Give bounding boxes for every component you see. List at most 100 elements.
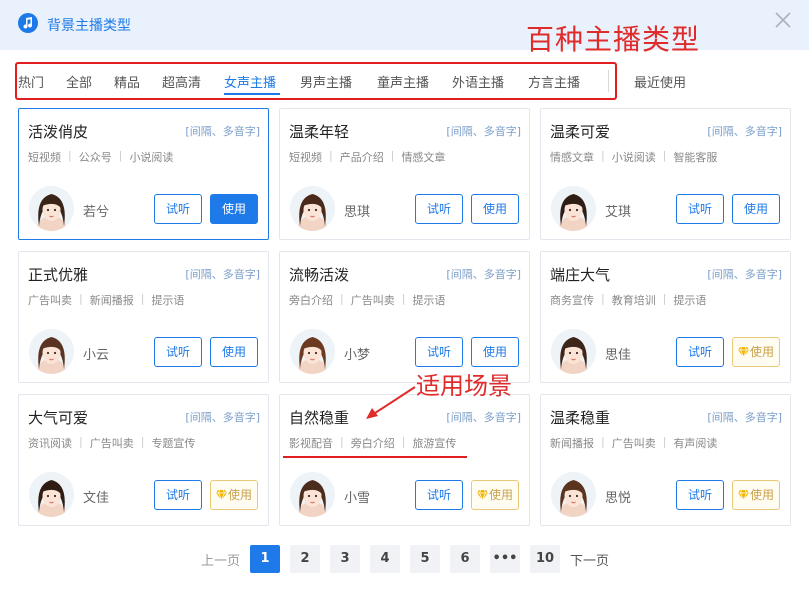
scene-tag: 广告叫卖 bbox=[611, 437, 656, 450]
scene-tag: 智能客服 bbox=[673, 151, 718, 164]
annotation-scene-note: 适用场景 bbox=[416, 372, 512, 400]
next-page-button[interactable]: 下一页 bbox=[570, 550, 609, 569]
voice-card[interactable]: 大气可爱 [间隔、多音字] 资讯阅读 | 广告叫卖 | 专题宣传 文佳 试听 使用 bbox=[18, 394, 269, 526]
voice-card[interactable]: 端庄大气 [间隔、多音字] 商务宣传 | 教育培训 | 提示语 思佳 试听 使用 bbox=[540, 251, 791, 383]
use-button[interactable]: 使用 bbox=[732, 480, 780, 510]
voice-scene-tags: 新闻播报 | 广告叫卖 | 有声阅读 bbox=[550, 435, 717, 451]
tab-0[interactable]: 热门 bbox=[18, 72, 44, 91]
tab-7[interactable]: 外语主播 bbox=[452, 72, 504, 91]
scene-tag: 旁白介绍 bbox=[289, 294, 333, 307]
listen-button[interactable]: 试听 bbox=[154, 337, 202, 367]
scene-tag: 新闻播报 bbox=[89, 294, 134, 307]
use-button-label: 使用 bbox=[488, 488, 513, 502]
use-button[interactable]: 使用 bbox=[732, 337, 780, 367]
voice-card[interactable]: 温柔可爱 [间隔、多音字] 情感文章 | 小说阅读 | 智能客服 艾琪 试听 使用 bbox=[540, 108, 791, 240]
tab-4[interactable]: 女声主播 bbox=[224, 72, 276, 91]
voice-card[interactable]: 温柔稳重 [间隔、多音字] 新闻播报 | 广告叫卖 | 有声阅读 思悦 试听 使用 bbox=[540, 394, 791, 526]
voice-scene-tags: 情感文章 | 小说阅读 | 智能客服 bbox=[550, 149, 717, 165]
scene-tag: 旁白介绍 bbox=[350, 437, 395, 450]
use-button[interactable]: 使用 bbox=[210, 194, 258, 224]
listen-button[interactable]: 试听 bbox=[154, 480, 202, 510]
listen-button[interactable]: 试听 bbox=[415, 480, 463, 510]
tab-1[interactable]: 全部 bbox=[66, 72, 92, 91]
tab-9[interactable]: 最近使用 bbox=[634, 72, 686, 91]
voice-card[interactable]: 温柔年轻 [间隔、多音字] 短视频 | 产品介绍 | 情感文章 思琪 试听 使用 bbox=[279, 108, 530, 240]
voice-card[interactable]: 活泼俏皮 [间隔、多音字] 短视频 | 公众号 | 小说阅读 若兮 试听 使用 bbox=[18, 108, 269, 240]
scene-tag: 广告叫卖 bbox=[28, 294, 72, 307]
use-button[interactable]: 使用 bbox=[471, 337, 519, 367]
tab-6[interactable]: 童声主播 bbox=[377, 72, 429, 91]
listen-button[interactable]: 试听 bbox=[154, 194, 202, 224]
listen-button[interactable]: 试听 bbox=[415, 194, 463, 224]
scene-tag: 提示语 bbox=[151, 294, 185, 307]
page-button[interactable]: 3 bbox=[330, 545, 360, 573]
use-button-label: 使用 bbox=[221, 345, 246, 359]
speaker-name: 思悦 bbox=[605, 491, 632, 506]
listen-button[interactable]: 试听 bbox=[676, 337, 724, 367]
use-button-label: 使用 bbox=[482, 202, 507, 216]
close-icon[interactable] bbox=[773, 10, 793, 30]
voice-style-name: 活泼俏皮 bbox=[28, 123, 89, 141]
speaker-name: 小梦 bbox=[344, 348, 371, 363]
voice-feature-hint: [间隔、多音字] bbox=[707, 125, 782, 138]
page-button[interactable]: 5 bbox=[410, 545, 440, 573]
page-ellipsis[interactable]: ••• bbox=[490, 545, 520, 573]
scene-tag: 提示语 bbox=[673, 294, 707, 307]
use-button-label: 使用 bbox=[743, 202, 768, 216]
speaker-avatar bbox=[29, 186, 74, 231]
page-button[interactable]: 10 bbox=[530, 545, 560, 573]
use-button-label: 使用 bbox=[749, 488, 774, 502]
listen-button[interactable]: 试听 bbox=[415, 337, 463, 367]
vip-diamond-icon bbox=[737, 482, 749, 501]
page-button[interactable]: 4 bbox=[370, 545, 400, 573]
page-button[interactable]: 2 bbox=[290, 545, 320, 573]
voice-scene-tags: 广告叫卖 | 新闻播报 | 提示语 bbox=[28, 292, 184, 308]
speaker-avatar bbox=[290, 186, 335, 231]
tag-separator: | bbox=[601, 435, 605, 448]
scene-tag: 专题宣传 bbox=[151, 437, 196, 450]
tag-separator: | bbox=[401, 435, 406, 448]
use-button-label: 使用 bbox=[482, 345, 507, 359]
music-note-icon bbox=[18, 13, 38, 33]
scene-tag: 小说阅读 bbox=[611, 151, 656, 164]
voice-style-name: 大气可爱 bbox=[28, 409, 89, 427]
tag-separator: | bbox=[68, 149, 72, 162]
voice-feature-hint: [间隔、多音字] bbox=[185, 268, 260, 281]
prev-page-button[interactable]: 上一页 bbox=[201, 550, 240, 569]
tag-separator: | bbox=[340, 292, 344, 305]
tab-5[interactable]: 男声主播 bbox=[300, 72, 352, 91]
tab-3[interactable]: 超高清 bbox=[162, 72, 201, 91]
page-button[interactable]: 1 bbox=[250, 545, 280, 573]
use-button[interactable]: 使用 bbox=[732, 194, 780, 224]
tag-separator: | bbox=[79, 435, 83, 448]
scene-tag: 产品介绍 bbox=[339, 151, 384, 164]
scene-tag: 教育培训 bbox=[611, 294, 656, 307]
use-button[interactable]: 使用 bbox=[210, 337, 258, 367]
tag-separator: | bbox=[329, 149, 333, 162]
tab-2[interactable]: 精品 bbox=[114, 72, 140, 91]
use-button[interactable]: 使用 bbox=[471, 480, 519, 510]
use-button[interactable]: 使用 bbox=[471, 194, 519, 224]
page-button[interactable]: 6 bbox=[450, 545, 480, 573]
voice-card[interactable]: 正式优雅 [间隔、多音字] 广告叫卖 | 新闻播报 | 提示语 小云 试听 使用 bbox=[18, 251, 269, 383]
tab-8[interactable]: 方言主播 bbox=[528, 72, 580, 91]
speaker-name: 思琪 bbox=[344, 205, 371, 220]
speaker-avatar bbox=[551, 329, 596, 374]
tag-separator: | bbox=[601, 292, 605, 305]
voice-card[interactable]: 流畅活泼 [间隔、多音字] 旁白介绍 | 广告叫卖 | 提示语 小梦 试听 使用 bbox=[279, 251, 530, 383]
scene-tag: 情感文章 bbox=[401, 151, 446, 164]
use-button[interactable]: 使用 bbox=[210, 480, 258, 510]
listen-button[interactable]: 试听 bbox=[676, 194, 724, 224]
speaker-avatar bbox=[29, 329, 74, 374]
voice-scene-tags: 旁白介绍 | 广告叫卖 | 提示语 bbox=[289, 292, 445, 308]
scene-tag: 影视配音 bbox=[289, 437, 333, 450]
annotation-arrow-icon bbox=[366, 386, 416, 419]
voice-style-name: 流畅活泼 bbox=[289, 266, 350, 284]
voice-scene-tags: 短视频 | 产品介绍 | 情感文章 bbox=[289, 149, 445, 165]
voice-scene-tags: 商务宣传 | 教育培训 | 提示语 bbox=[550, 292, 706, 308]
use-button-label: 使用 bbox=[227, 488, 252, 502]
tag-separator: | bbox=[79, 292, 83, 305]
voice-feature-hint: [间隔、多音字] bbox=[185, 125, 260, 138]
listen-button[interactable]: 试听 bbox=[676, 480, 724, 510]
voice-scene-tags: 短视频 | 公众号 | 小说阅读 bbox=[28, 149, 173, 165]
